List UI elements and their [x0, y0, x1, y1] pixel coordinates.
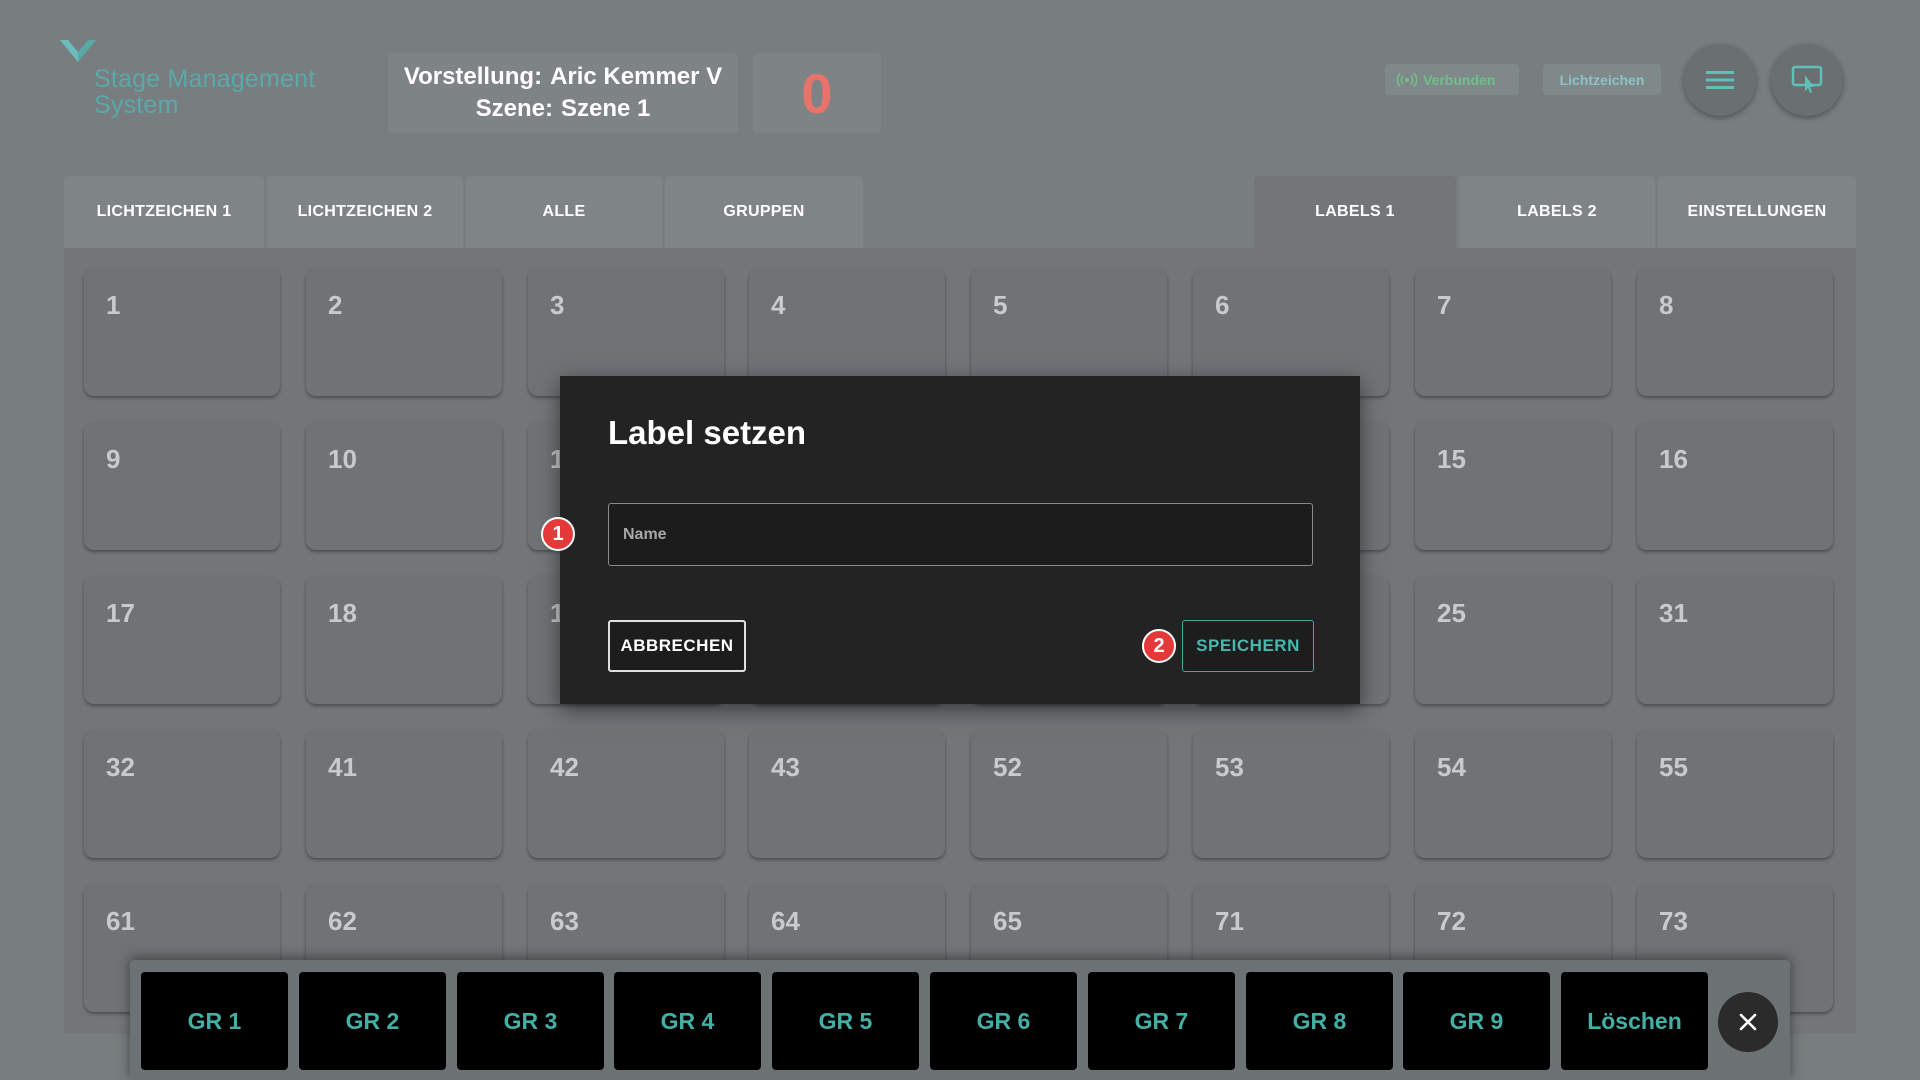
- label-cell-number: 43: [771, 752, 800, 782]
- label-cell-number: 31: [1659, 598, 1688, 628]
- menu-button[interactable]: [1684, 44, 1756, 116]
- label-cell-number: 16: [1659, 444, 1688, 474]
- label-cell-number: 8: [1659, 290, 1674, 320]
- app-logo: Stage Management System: [58, 38, 338, 128]
- label-cell-number: 5: [993, 290, 1008, 320]
- label-cell[interactable]: 42: [528, 730, 724, 858]
- status-lights-label: Lichtzeichen: [1559, 71, 1645, 88]
- label-cell[interactable]: 32: [84, 730, 280, 858]
- label-cell[interactable]: 17: [84, 576, 280, 704]
- logo-icon: [60, 40, 96, 62]
- save-button[interactable]: SPEICHERN: [1182, 620, 1314, 672]
- group-button-gr5[interactable]: GR 5: [772, 972, 919, 1070]
- close-group-bar-button[interactable]: [1718, 992, 1778, 1052]
- label-cell[interactable]: 41: [306, 730, 502, 858]
- broadcast-icon: [1397, 72, 1417, 87]
- status-badge-lights: Lichtzeichen: [1543, 64, 1661, 95]
- label-cell[interactable]: 7: [1415, 268, 1611, 396]
- group-button-gr9[interactable]: GR 9: [1403, 972, 1550, 1070]
- label-cell-number: 71: [1215, 906, 1244, 936]
- tab-labels-2[interactable]: LABELS 2: [1459, 176, 1655, 248]
- label-cell[interactable]: 1: [84, 268, 280, 396]
- label-cell[interactable]: 31: [1637, 576, 1833, 704]
- cancel-button[interactable]: ABBRECHEN: [608, 620, 746, 672]
- label-cell-number: 3: [550, 290, 565, 320]
- label-cell[interactable]: 18: [306, 576, 502, 704]
- tab-lichtzeichen-2[interactable]: LICHTZEICHEN 2: [267, 176, 463, 248]
- label-cell-number: 6: [1215, 290, 1230, 320]
- status-connected-label: Verbunden: [1423, 71, 1496, 88]
- status-badge-connected: Verbunden: [1385, 64, 1519, 95]
- label-cell-number: 53: [1215, 752, 1244, 782]
- label-cell-number: 62: [328, 906, 357, 936]
- label-cell[interactable]: 16: [1637, 422, 1833, 550]
- label-cell[interactable]: 25: [1415, 576, 1611, 704]
- tab-labels-1[interactable]: LABELS 1: [1254, 176, 1456, 248]
- group-bar: GR 1 GR 2 GR 3 GR 4 GR 5 GR 6 GR 7 GR 8 …: [130, 960, 1790, 1080]
- cue-number: 0: [753, 53, 881, 133]
- label-cell[interactable]: 43: [749, 730, 945, 858]
- label-cell-number: 18: [328, 598, 357, 628]
- annotation-marker-1: 1: [541, 517, 575, 551]
- label-cell-number: 65: [993, 906, 1022, 936]
- group-button-gr2[interactable]: GR 2: [299, 972, 446, 1070]
- label-cell-number: 2: [328, 290, 343, 320]
- group-button-gr8[interactable]: GR 8: [1246, 972, 1393, 1070]
- label-cell[interactable]: 8: [1637, 268, 1833, 396]
- label-cell-number: 15: [1437, 444, 1466, 474]
- label-cell-number: 4: [771, 290, 786, 320]
- label-cell-number: 54: [1437, 752, 1466, 782]
- tab-alle[interactable]: ALLE: [466, 176, 662, 248]
- label-cell-number: 52: [993, 752, 1022, 782]
- display-touch-icon: [1791, 65, 1823, 93]
- name-input[interactable]: [608, 503, 1313, 566]
- label-cell-number: 61: [106, 906, 135, 936]
- label-cell-number: 41: [328, 752, 357, 782]
- annotation-marker-2: 2: [1142, 629, 1176, 663]
- label-cell[interactable]: 52: [971, 730, 1167, 858]
- label-cell[interactable]: 53: [1193, 730, 1389, 858]
- group-button-gr4[interactable]: GR 4: [614, 972, 761, 1070]
- group-button-gr3[interactable]: GR 3: [457, 972, 604, 1070]
- delete-button[interactable]: Löschen: [1561, 972, 1708, 1070]
- group-button-gr1[interactable]: GR 1: [141, 972, 288, 1070]
- label-cell[interactable]: 2: [306, 268, 502, 396]
- label-cell-number: 32: [106, 752, 135, 782]
- group-button-gr7[interactable]: GR 7: [1088, 972, 1235, 1070]
- label-cell-number: 10: [328, 444, 357, 474]
- label-cell-number: 72: [1437, 906, 1466, 936]
- label-cell-number: 17: [106, 598, 135, 628]
- label-cell[interactable]: 55: [1637, 730, 1833, 858]
- show-value: Aric Kemmer V: [550, 63, 723, 90]
- label-cell-number: 63: [550, 906, 579, 936]
- label-cell[interactable]: 9: [84, 422, 280, 550]
- scene-value: Szene 1: [560, 95, 651, 122]
- label-cell-number: 9: [106, 444, 121, 474]
- label-cell-number: 25: [1437, 598, 1466, 628]
- label-cell[interactable]: 10: [306, 422, 502, 550]
- tab-einstellungen[interactable]: EINSTELLUNGEN: [1658, 176, 1856, 248]
- hamburger-menu-icon: [1706, 71, 1734, 89]
- show-label: Vorstellung:: [403, 63, 543, 90]
- label-cell-number: 64: [771, 906, 800, 936]
- label-cell[interactable]: 15: [1415, 422, 1611, 550]
- app-name: Stage Management System: [94, 65, 316, 119]
- label-cell-number: 1: [106, 290, 121, 320]
- scene-label: Szene:: [475, 95, 553, 122]
- label-cell[interactable]: 54: [1415, 730, 1611, 858]
- tab-lichtzeichen-1[interactable]: LICHTZEICHEN 1: [64, 176, 264, 248]
- show-info: Vorstellung: Aric Kemmer V Szene: Szene …: [388, 53, 738, 133]
- tab-gruppen[interactable]: GRUPPEN: [665, 176, 863, 248]
- group-button-gr6[interactable]: GR 6: [930, 972, 1077, 1070]
- label-cell-number: 73: [1659, 906, 1688, 936]
- label-cell-number: 7: [1437, 290, 1452, 320]
- label-dialog: Label setzen 1 ABBRECHEN 2 SPEICHERN: [541, 376, 1360, 704]
- display-button[interactable]: [1771, 44, 1843, 116]
- label-cell-number: 55: [1659, 752, 1688, 782]
- label-cell-number: 42: [550, 752, 579, 782]
- close-icon: [1739, 1013, 1757, 1031]
- dialog-title: Label setzen: [608, 414, 807, 451]
